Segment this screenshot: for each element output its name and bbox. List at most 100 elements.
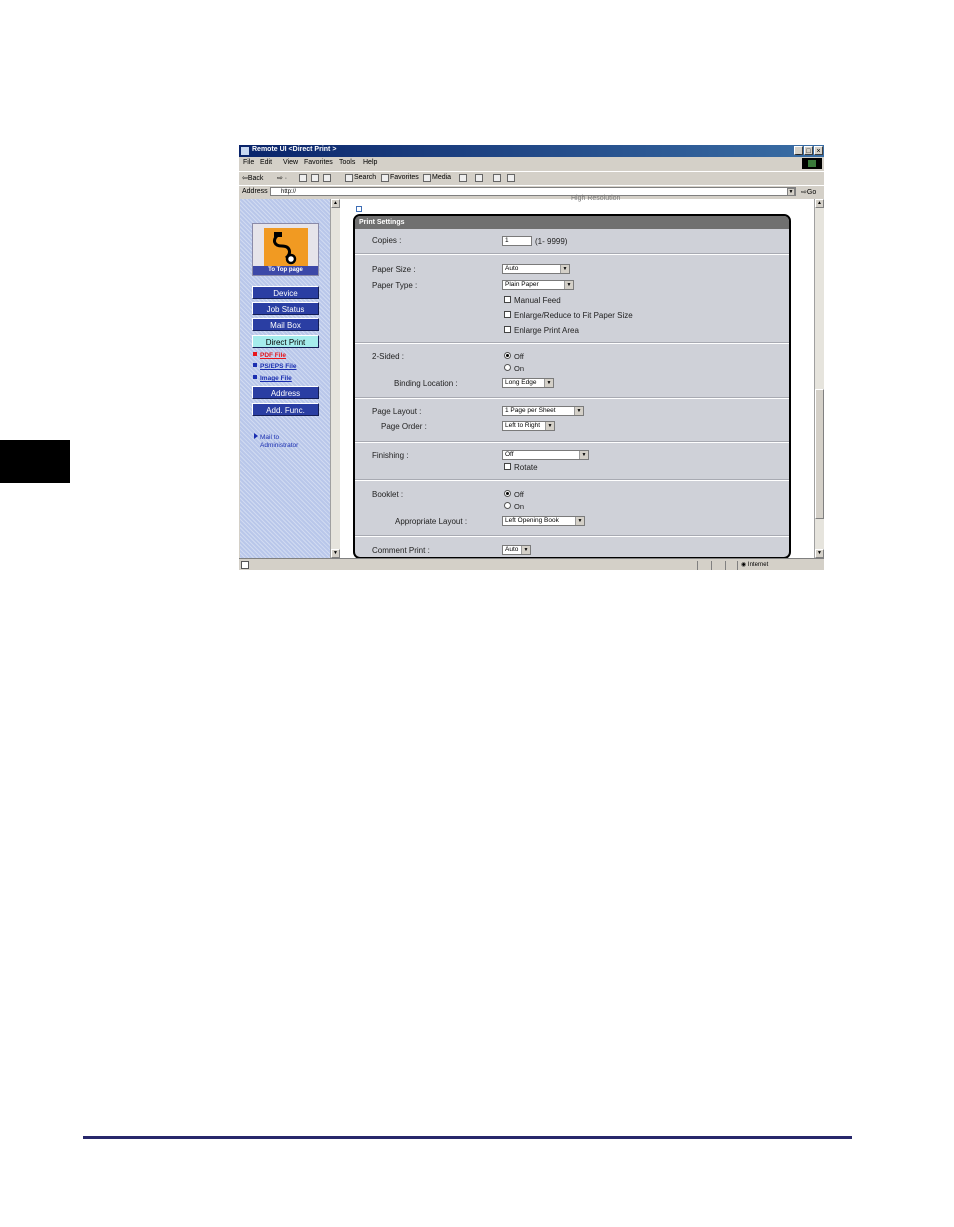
copies-input[interactable]: 1 [502,236,532,246]
arrow-right-icon [254,433,258,439]
chevron-down-icon: ▼ [544,379,553,387]
status-divider [737,561,738,570]
maximize-button[interactable]: □ [804,146,813,155]
menu-view[interactable]: View [283,159,298,166]
page-done-icon [241,561,249,569]
nav-job-status-button[interactable]: Job Status [252,302,319,315]
stop-icon[interactable] [299,174,307,182]
favorites-icon [381,174,389,182]
nav-add-func-button[interactable]: Add. Func. [252,403,319,416]
nav-direct-print-button[interactable]: Direct Print [252,335,319,348]
menu-favorites[interactable]: Favorites [304,159,333,166]
appropriate-layout-label: Appropriate Layout : [395,517,468,526]
booklet-off-radio[interactable]: Off [504,490,524,499]
nav-device-button[interactable]: Device [252,286,319,299]
page-order-value: Left to Right [505,422,541,429]
scroll-down-icon[interactable]: ▼ [331,549,340,558]
ps-eps-file-label: PS/EPS File [260,363,297,370]
nav-mail-box-button[interactable]: Mail Box [252,318,319,331]
mail-to-administrator-link[interactable]: Mail to Administrator [254,433,298,450]
refresh-icon[interactable] [311,174,319,182]
main-scrollbar[interactable]: ▲ ▼ [814,199,824,558]
finishing-label: Finishing : [372,451,409,460]
page-order-label: Page Order : [381,422,427,431]
forward-button[interactable]: ⇨ · [277,174,287,182]
divider [355,397,789,399]
binding-location-select[interactable]: Long Edge ▼ [502,378,554,388]
back-button[interactable]: ⇦Back [242,174,263,182]
page-layout-label: Page Layout : [372,407,422,416]
chevron-down-icon: ▼ [564,281,573,289]
nav-address-button[interactable]: Address [252,386,319,399]
scroll-down-icon[interactable]: ▼ [815,549,824,558]
zone-label: Internet [747,562,769,568]
enlarge-area-checkbox[interactable]: Enlarge Print Area [504,326,579,335]
sidebar-scrollbar[interactable]: ▲ ▼ [330,199,340,558]
chevron-down-icon: ▼ [579,451,588,459]
panel-title: Print Settings [355,216,789,229]
windows-logo-icon [802,158,822,169]
administrator-label: Administrator [260,442,299,449]
checkbox-icon [504,326,511,333]
media-icon [423,174,431,182]
go-button[interactable]: ⇨Go [801,188,816,196]
two-sided-off-radio[interactable]: Off [504,352,524,361]
page-layout-value: 1 Page per Sheet [505,407,556,414]
favorites-button[interactable]: Favorites [390,174,419,181]
paper-type-select[interactable]: Plain Paper ▼ [502,280,574,290]
history-icon[interactable] [459,174,467,182]
top-page-link[interactable]: To Top page [252,223,319,276]
ie-app-icon [241,147,249,155]
paper-size-value: Auto [505,265,519,272]
address-input[interactable]: http:// [270,187,796,196]
sub-item-pdf-file[interactable]: PDF File [253,352,286,359]
status-divider [697,561,698,570]
partial-option-text: High Resolution [571,195,621,202]
media-button[interactable]: Media [432,174,451,181]
sub-item-ps-eps-file[interactable]: PS/EPS File [253,363,297,370]
menu-bar: File Edit View Favorites Tools Help [239,158,824,169]
edit-icon[interactable] [507,174,515,182]
minimize-button[interactable]: _ [794,146,803,155]
mail-icon[interactable] [475,174,483,182]
enlarge-fit-checkbox[interactable]: Enlarge/Reduce to Fit Paper Size [504,311,633,320]
scroll-up-icon[interactable]: ▲ [815,199,824,208]
title-bar: Remote UI <Direct Print > _ □ × [239,145,824,157]
comment-print-select[interactable]: Auto ▼ [502,545,531,555]
menu-edit[interactable]: Edit [260,159,272,166]
manual-feed-checkbox[interactable]: Manual Feed [504,296,561,305]
menu-file[interactable]: File [243,159,254,166]
finishing-select[interactable]: Off ▼ [502,450,589,460]
page-layout-select[interactable]: 1 Page per Sheet ▼ [502,406,584,416]
divider [355,342,789,344]
print-icon[interactable] [493,174,501,182]
two-sided-label: 2-Sided : [372,352,405,361]
paper-type-value: Plain Paper [505,281,539,288]
menu-help[interactable]: Help [363,159,377,166]
status-divider [725,561,726,570]
two-sided-on-radio[interactable]: On [504,364,524,373]
browser-window: Remote UI <Direct Print > _ □ × File Edi… [239,145,824,570]
scroll-thumb[interactable] [815,389,824,519]
scroll-up-icon[interactable]: ▲ [331,199,340,208]
home-icon[interactable] [323,174,331,182]
enlarge-fit-label: Enlarge/Reduce to Fit Paper Size [514,311,633,320]
page-order-select[interactable]: Left to Right ▼ [502,421,555,431]
radio-icon [504,364,511,371]
close-button[interactable]: × [814,146,823,155]
cable-icon [273,232,297,265]
appropriate-layout-select[interactable]: Left Opening Book ▼ [502,516,585,526]
booklet-on-radio[interactable]: On [504,502,524,511]
paper-size-select[interactable]: Auto ▼ [502,264,570,274]
paper-size-label: Paper Size : [372,265,416,274]
address-bar: Address http:// ▼ ⇨Go [239,185,824,198]
chevron-down-icon: ▼ [575,517,584,525]
pdf-file-label: PDF File [260,352,287,359]
menu-tools[interactable]: Tools [339,159,355,166]
rotate-checkbox[interactable]: Rotate [504,463,538,472]
enlarge-area-label: Enlarge Print Area [514,326,579,335]
collapse-icon[interactable] [356,206,362,212]
address-dropdown-icon[interactable]: ▼ [787,188,795,196]
sub-item-image-file[interactable]: Image File [253,375,292,382]
search-button[interactable]: Search [354,174,376,181]
